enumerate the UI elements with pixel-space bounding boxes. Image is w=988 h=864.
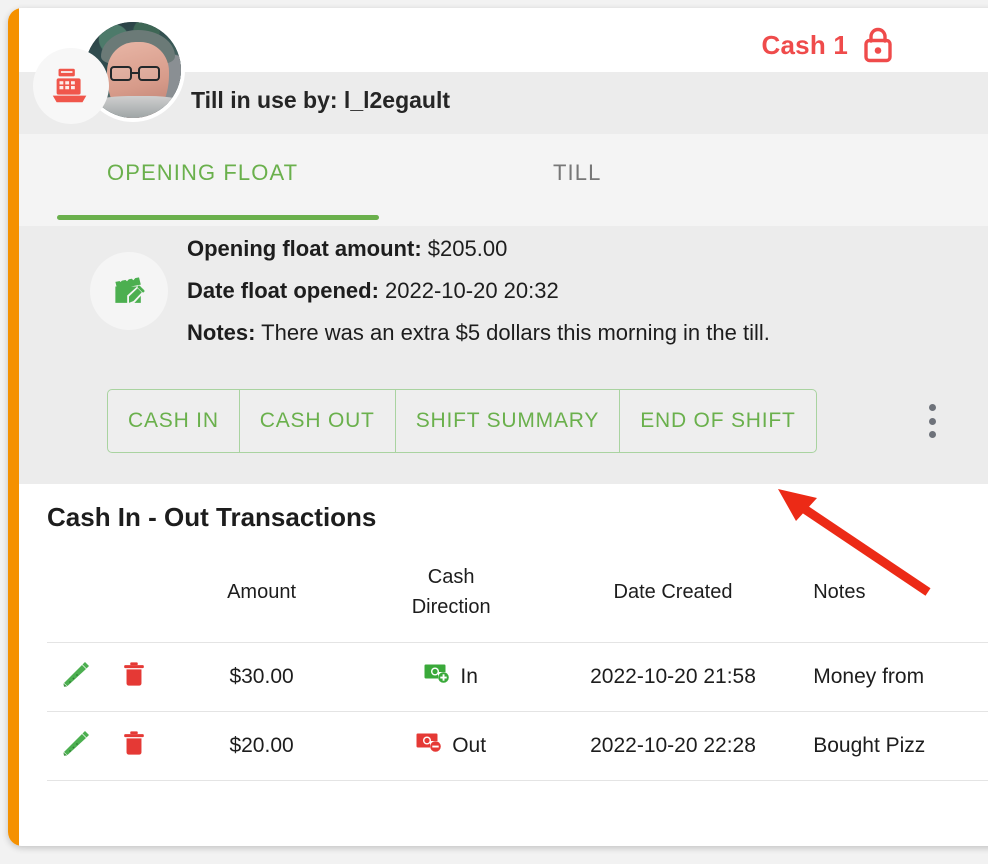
cash-register-title: Cash 1 [761, 30, 848, 60]
row-edit-cell [47, 642, 106, 712]
end-of-shift-button[interactable]: END OF SHIFT [620, 390, 815, 452]
header-delete [105, 556, 163, 643]
row-notes: Bought Pizz [803, 711, 988, 781]
row-amount: $20.00 [163, 711, 360, 781]
row-delete-cell [105, 642, 164, 712]
float-date-value: 2022-10-20 20:32 [385, 278, 559, 303]
header-cash-direction: Cash Direction [359, 556, 542, 643]
trash-icon[interactable] [120, 660, 148, 688]
header-amount: Amount [227, 580, 297, 603]
till-action-buttons: CASH IN CASH OUT SHIFT SUMMARY END OF SH… [107, 389, 817, 453]
table-row: $20.00 Out 2022-10-20 22:28 Bought Pizz [47, 711, 988, 781]
header-cash-direction-line2: Direction [411, 596, 491, 618]
row-direction-label: In [460, 665, 478, 688]
lock-icon[interactable] [860, 25, 896, 63]
float-date-label: Date float opened: [187, 278, 379, 303]
row-direction-cell: Out [359, 711, 543, 781]
row-amount: $30.00 [163, 642, 360, 712]
pencil-icon[interactable] [61, 659, 91, 689]
row-date-created: 2022-10-20 21:58 [542, 642, 804, 712]
transactions-table: Amount Cash Direction Date Created Notes [47, 556, 988, 781]
opening-float-panel: Opening float amount: $205.00 Date float… [19, 226, 988, 484]
row-edit-cell [47, 711, 106, 781]
tab-bar: OPENING FLOAT TILL [19, 134, 988, 226]
float-notes-value: There was an extra $5 dollars this morni… [261, 320, 770, 345]
cash-out-button[interactable]: CASH OUT [240, 390, 396, 452]
pencil-icon[interactable] [61, 728, 91, 758]
active-tab-indicator [57, 215, 379, 220]
transactions-title: Cash In - Out Transactions [47, 502, 377, 532]
float-details: Opening float amount: $205.00 Date float… [187, 236, 770, 362]
avatar-group [33, 18, 185, 130]
kebab-menu-icon[interactable] [915, 401, 949, 441]
money-in-icon [424, 663, 450, 691]
card-accent-bar [8, 8, 19, 846]
row-delete-cell [105, 711, 164, 781]
float-date-row: Date float opened: 2022-10-20 20:32 [187, 278, 770, 304]
cash-register-icon [33, 48, 109, 124]
cash-in-button[interactable]: CASH IN [108, 390, 240, 452]
float-amount-row: Opening float amount: $205.00 [187, 236, 770, 262]
row-direction-cell: In [359, 642, 543, 712]
trash-icon[interactable] [120, 729, 148, 757]
header-cash-direction-line1: Cash [427, 566, 475, 588]
header-edit [47, 556, 105, 643]
screenshot-root: Cash 1 Till in use by: l_l2egault OPENIN… [0, 0, 988, 864]
header-date-created: Date Created [613, 580, 733, 603]
money-out-icon [416, 732, 442, 760]
float-amount-label: Opening float amount: [187, 236, 422, 261]
float-notes-label: Notes: [187, 320, 256, 345]
till-in-use-label: Till in use by: l_l2egault [191, 87, 451, 113]
till-card: Cash 1 Till in use by: l_l2egault OPENIN… [8, 8, 988, 846]
float-notes-row: Notes: There was an extra $5 dollars thi… [187, 320, 770, 346]
row-direction-label: Out [452, 734, 487, 757]
table-header-row: Amount Cash Direction Date Created Notes [47, 556, 988, 643]
shift-summary-button[interactable]: SHIFT SUMMARY [396, 390, 621, 452]
tab-till[interactable]: TILL [553, 160, 601, 186]
table-row: $30.00 In 2022-10-20 21:58 Money from [47, 642, 988, 712]
tab-opening-float[interactable]: OPENING FLOAT [107, 160, 298, 186]
header-notes: Notes [813, 580, 866, 603]
row-notes: Money from [803, 642, 988, 712]
float-amount-value: $205.00 [427, 236, 508, 261]
row-date-created: 2022-10-20 22:28 [542, 711, 804, 781]
edit-note-icon [90, 252, 168, 330]
transactions-section: Cash In - Out Transactions Amount Cash D… [19, 484, 988, 846]
